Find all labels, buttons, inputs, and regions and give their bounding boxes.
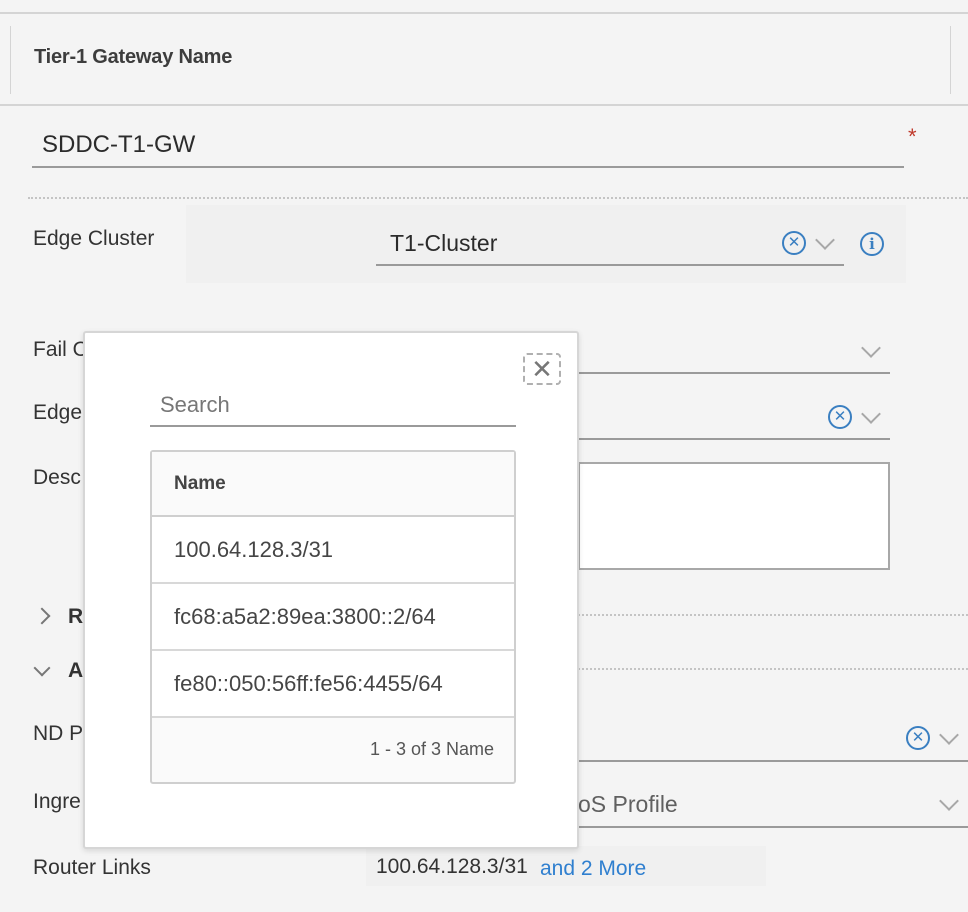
section-separator	[575, 614, 968, 616]
router-links-popover: ✕ Name 100.64.128.3/31 fc68:a5a2:89ea:38…	[83, 331, 579, 849]
edge-cluster-label: Edge Cluster	[33, 227, 155, 250]
clear-circle-x-icon[interactable]: ✕	[828, 405, 852, 429]
info-icon[interactable]: i	[860, 232, 884, 256]
search-input[interactable]	[150, 385, 516, 427]
chevron-down-icon[interactable]	[939, 725, 959, 745]
edge-cluster-value: T1-Cluster	[390, 229, 498, 256]
ingress-label: Ingre	[33, 790, 81, 813]
ingress-qos-select[interactable]: oS Profile	[578, 782, 968, 828]
description-label: Desc	[33, 466, 81, 489]
description-textarea[interactable]	[578, 462, 890, 570]
column-header-gateway-name: Tier-1 Gateway Name	[34, 46, 233, 68]
gateway-name-input[interactable]	[32, 124, 904, 168]
ingress-qos-value: oS Profile	[578, 790, 678, 817]
chevron-down-icon[interactable]	[861, 338, 881, 358]
chevron-down-icon[interactable]	[939, 791, 959, 811]
router-links-value: 100.64.128.3/31	[376, 855, 528, 878]
additional-section-label[interactable]: A	[68, 659, 83, 683]
clear-circle-x-icon[interactable]: ✕	[906, 726, 930, 750]
grid-column-header-name[interactable]: Name	[152, 452, 514, 517]
router-links-grid: Name 100.64.128.3/31 fc68:a5a2:89ea:3800…	[150, 450, 516, 784]
fail-over-select[interactable]	[578, 330, 890, 374]
chevron-right-icon[interactable]	[33, 607, 51, 625]
section-separator	[28, 197, 968, 199]
table-row[interactable]: 100.64.128.3/31	[152, 517, 514, 584]
edge-cluster-select[interactable]: T1-Cluster ✕	[376, 222, 844, 266]
chevron-down-icon[interactable]	[815, 230, 835, 250]
close-button[interactable]: ✕	[523, 353, 561, 385]
edges-label: Edge	[33, 401, 83, 424]
table-row[interactable]: fc68:a5a2:89ea:3800::2/64	[152, 584, 514, 651]
column-divider	[950, 26, 951, 94]
close-icon: ✕	[531, 354, 553, 384]
column-divider	[10, 26, 11, 94]
nd-profile-select[interactable]: ✕	[578, 716, 968, 762]
required-marker: *	[908, 124, 917, 149]
nd-profile-label: ND P	[33, 722, 84, 745]
grid-footer-pagination: 1 - 3 of 3 Name	[369, 739, 494, 759]
fail-over-label: Fail O	[33, 338, 90, 361]
router-links-more-link[interactable]: and 2 More	[540, 857, 646, 881]
router-links-label: Router Links	[33, 856, 151, 879]
edges-select[interactable]: ✕	[578, 396, 890, 440]
route-section-label[interactable]: R	[68, 605, 83, 629]
chevron-down-icon[interactable]	[861, 404, 881, 424]
section-separator	[575, 668, 968, 670]
chevron-down-icon[interactable]	[33, 659, 51, 677]
clear-circle-x-icon[interactable]: ✕	[782, 231, 806, 255]
table-row[interactable]: fe80::050:56ff:fe56:4455/64	[152, 651, 514, 718]
